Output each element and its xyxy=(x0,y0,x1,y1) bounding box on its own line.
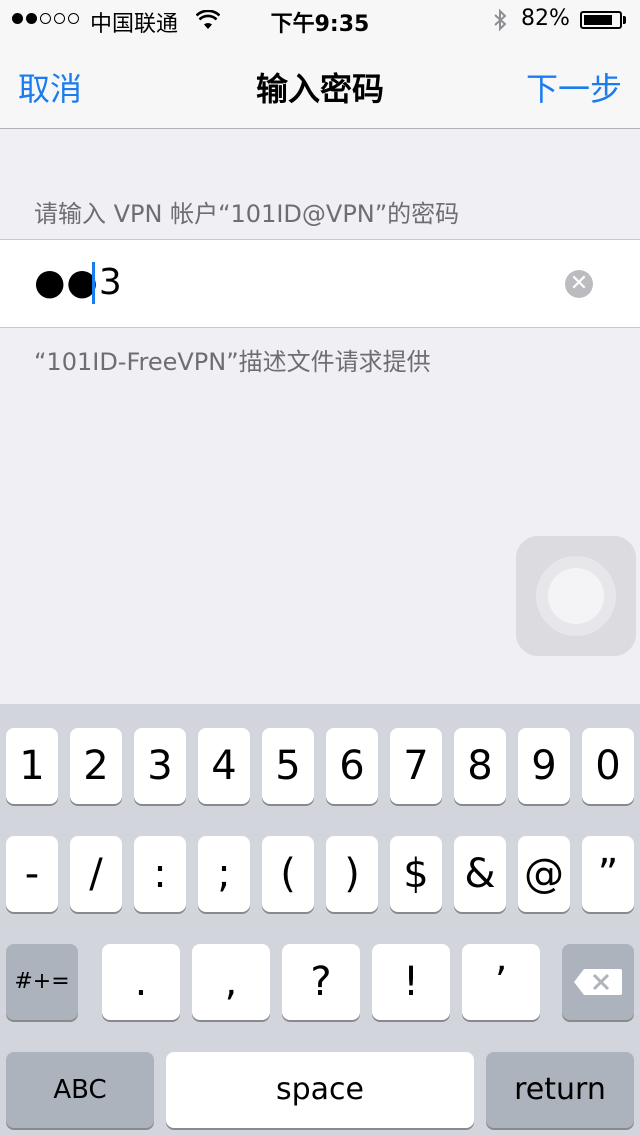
bluetooth-icon xyxy=(494,8,507,32)
number-key-6[interactable]: 7 xyxy=(390,728,442,804)
backspace-key[interactable] xyxy=(562,944,634,1020)
profile-footnote: “101ID-FreeVPN”描述文件请求提供 xyxy=(34,348,431,376)
password-prompt: 请输入 VPN 帐户“101ID@VPN”的密码 xyxy=(34,200,460,228)
number-key-3[interactable]: 4 xyxy=(198,728,250,804)
battery-percentage: 82% xyxy=(521,6,570,31)
next-button[interactable]: 下一步 xyxy=(526,64,622,110)
symbol-key-6[interactable]: $ xyxy=(390,836,442,912)
symbol-key-8[interactable]: @ xyxy=(518,836,570,912)
return-key[interactable]: return xyxy=(486,1052,634,1128)
keyboard: 1234567890 - /:;() $ & @” #+= .,?!’ ABC spac… xyxy=(0,704,640,1136)
assistive-touch-button[interactable] xyxy=(516,536,636,656)
clear-icon[interactable]: ✕ xyxy=(565,270,593,298)
punct-key-3[interactable]: ! xyxy=(372,944,450,1020)
text-cursor xyxy=(92,262,95,304)
status-bar: 中国联通 下午9:35 82% xyxy=(0,0,640,40)
symbol-key-9[interactable]: ” xyxy=(582,836,634,912)
number-key-5[interactable]: 6 xyxy=(326,728,378,804)
symbol-key-7[interactable]: & xyxy=(454,836,506,912)
more-symbols-key[interactable]: #+= xyxy=(6,944,78,1020)
punct-key-2[interactable]: ? xyxy=(282,944,360,1020)
number-key-7[interactable]: 8 xyxy=(454,728,506,804)
symbol-key-5[interactable]: ) xyxy=(326,836,378,912)
number-key-2[interactable]: 3 xyxy=(134,728,186,804)
battery-icon xyxy=(580,11,622,29)
symbol-key-0[interactable]: - xyxy=(6,836,58,912)
battery-cap xyxy=(623,16,626,24)
punct-key-0[interactable]: . xyxy=(102,944,180,1020)
number-key-4[interactable]: 5 xyxy=(262,728,314,804)
password-input-value[interactable]: ●●3 xyxy=(34,262,123,303)
punct-key-1[interactable]: , xyxy=(192,944,270,1020)
number-key-9[interactable]: 0 xyxy=(582,728,634,804)
space-key[interactable]: space xyxy=(166,1052,474,1128)
punct-key-4[interactable]: ’ xyxy=(462,944,540,1020)
abc-key[interactable]: ABC xyxy=(6,1052,154,1128)
symbol-key-1[interactable]: / xyxy=(70,836,122,912)
number-key-8[interactable]: 9 xyxy=(518,728,570,804)
symbol-key-4[interactable]: ( xyxy=(262,836,314,912)
password-field[interactable]: ●●3 ✕ xyxy=(0,239,640,328)
symbol-key-3[interactable]: ; xyxy=(198,836,250,912)
backspace-icon xyxy=(574,969,622,995)
number-key-1[interactable]: 2 xyxy=(70,728,122,804)
symbol-key-2[interactable]: : xyxy=(134,836,186,912)
number-key-0[interactable]: 1 xyxy=(6,728,58,804)
navigation-bar: 取消 输入密码 下一步 xyxy=(0,40,640,129)
